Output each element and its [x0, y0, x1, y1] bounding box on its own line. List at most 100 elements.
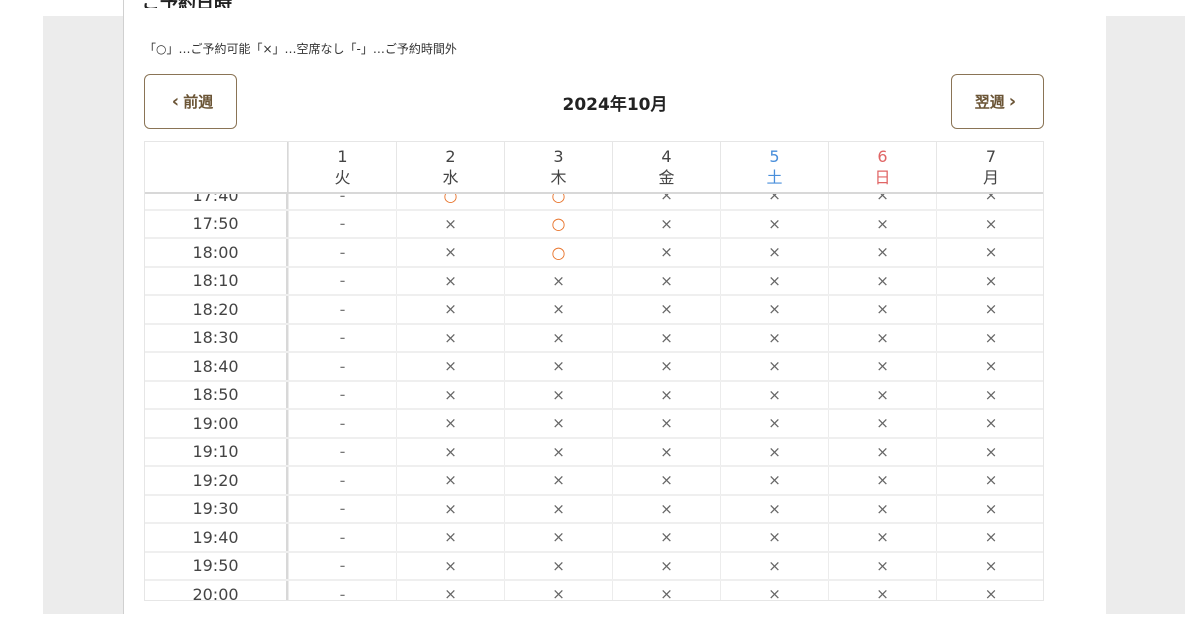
slot-full: × — [396, 381, 504, 408]
slot-full: × — [612, 210, 720, 237]
slot-full: × — [936, 410, 1043, 437]
day-weekday: 水 — [442, 168, 459, 187]
slot-full: × — [612, 410, 720, 437]
time-label: 19:50 — [145, 552, 288, 579]
slot-full: × — [504, 381, 612, 408]
slot-outside-hours: - — [288, 438, 396, 465]
slot-full: × — [828, 410, 936, 437]
slot-full: × — [504, 296, 612, 323]
time-label: 18:30 — [145, 324, 288, 351]
section-title: ご予約日時 — [142, 0, 232, 8]
slot-full: × — [828, 239, 936, 266]
slot-outside-hours: - — [288, 296, 396, 323]
time-label: 19:20 — [145, 467, 288, 494]
slot-outside-hours: - — [288, 381, 396, 408]
slot-full: × — [720, 267, 828, 294]
availability-legend: 「○」…ご予約可能「×」…空席なし「-」…ご予約時間外 — [144, 42, 457, 56]
slot-outside-hours: - — [288, 239, 396, 266]
slot-full: × — [612, 239, 720, 266]
slot-full: × — [828, 438, 936, 465]
time-label: 18:50 — [145, 381, 288, 408]
slot-full: × — [936, 296, 1043, 323]
table-row: 18:30- × × × × × × — [145, 324, 1043, 353]
slot-full: × — [504, 495, 612, 522]
table-row: 19:00- × × × × × × — [145, 410, 1043, 439]
slot-available[interactable]: ○ — [504, 210, 612, 237]
day-weekday: 火 — [334, 168, 351, 187]
slot-full: × — [396, 210, 504, 237]
time-label: 18:40 — [145, 353, 288, 380]
day-date: 4 — [661, 147, 672, 166]
left-gutter — [43, 16, 123, 614]
day-date: 2 — [445, 147, 456, 166]
next-week-button[interactable]: 翌週 › — [951, 74, 1044, 129]
day-date: 5 — [769, 147, 780, 166]
day-header: 5土 — [720, 142, 828, 192]
slot-outside-hours: - — [288, 410, 396, 437]
slot-outside-hours: - — [288, 524, 396, 551]
slot-full: × — [936, 467, 1043, 494]
day-weekday: 金 — [658, 168, 675, 187]
slot-full: × — [504, 581, 612, 600]
slot-full: × — [612, 324, 720, 351]
timeslot-table[interactable]: 1火2水3木4金5土6日7月 17:40- ○ ○ × × × × 17:50- × ○ × × × × 1… — [144, 141, 1044, 601]
day-weekday: 月 — [982, 168, 999, 187]
table-row: 18:00- × ○ × × × × — [145, 239, 1043, 268]
slot-full: × — [396, 552, 504, 579]
slot-full: × — [504, 324, 612, 351]
slot-available[interactable]: ○ — [504, 239, 612, 266]
slot-full: × — [720, 524, 828, 551]
slot-full: × — [828, 552, 936, 579]
timeslot-rows: 17:40- ○ ○ × × × × 17:50- × ○ × × × × 18:00- × ○ × × × × 18:1… — [145, 182, 1043, 600]
slot-full: × — [396, 467, 504, 494]
day-date: 3 — [553, 147, 564, 166]
slot-full: × — [720, 552, 828, 579]
day-header: 6日 — [828, 142, 936, 192]
day-header: 2水 — [396, 142, 504, 192]
slot-full: × — [936, 524, 1043, 551]
time-label: 18:10 — [145, 267, 288, 294]
table-row: 19:10- × × × × × × — [145, 438, 1043, 467]
table-row: 18:40- × × × × × × — [145, 353, 1043, 382]
slot-full: × — [720, 381, 828, 408]
slot-full: × — [504, 524, 612, 551]
slot-full: × — [612, 353, 720, 380]
day-header: 7月 — [936, 142, 1043, 192]
slot-full: × — [612, 267, 720, 294]
slot-full: × — [612, 581, 720, 600]
time-label: 18:00 — [145, 239, 288, 266]
time-label: 19:40 — [145, 524, 288, 551]
slot-full: × — [612, 296, 720, 323]
slot-full: × — [396, 239, 504, 266]
table-header-row: 1火2水3木4金5土6日7月 — [145, 142, 1043, 194]
slot-outside-hours: - — [288, 581, 396, 600]
slot-full: × — [828, 381, 936, 408]
chevron-right-icon: › — [1008, 90, 1017, 112]
time-label: 20:00 — [145, 581, 288, 600]
slot-full: × — [720, 210, 828, 237]
day-header: 1火 — [288, 142, 396, 192]
table-row: 18:10- × × × × × × — [145, 267, 1043, 296]
day-header: 3木 — [504, 142, 612, 192]
slot-full: × — [720, 495, 828, 522]
slot-full: × — [612, 552, 720, 579]
slot-full: × — [828, 495, 936, 522]
slot-full: × — [936, 324, 1043, 351]
slot-full: × — [396, 353, 504, 380]
slot-full: × — [936, 381, 1043, 408]
day-date: 6 — [877, 147, 888, 166]
slot-full: × — [612, 467, 720, 494]
table-row: 17:50- × ○ × × × × — [145, 210, 1043, 239]
slot-full: × — [828, 581, 936, 600]
slot-full: × — [720, 467, 828, 494]
day-date: 7 — [985, 147, 997, 166]
day-date: 1 — [337, 147, 348, 166]
slot-full: × — [396, 524, 504, 551]
time-label: 17:50 — [145, 210, 288, 237]
slot-full: × — [504, 267, 612, 294]
table-row: 19:20- × × × × × × — [145, 467, 1043, 496]
table-row: 18:50- × × × × × × — [145, 381, 1043, 410]
reservation-panel: ご予約日時 「○」…ご予約可能「×」…空席なし「-」…ご予約時間外 ‹ 前週 2… — [123, 0, 1106, 614]
slot-full: × — [828, 324, 936, 351]
slot-full: × — [720, 239, 828, 266]
